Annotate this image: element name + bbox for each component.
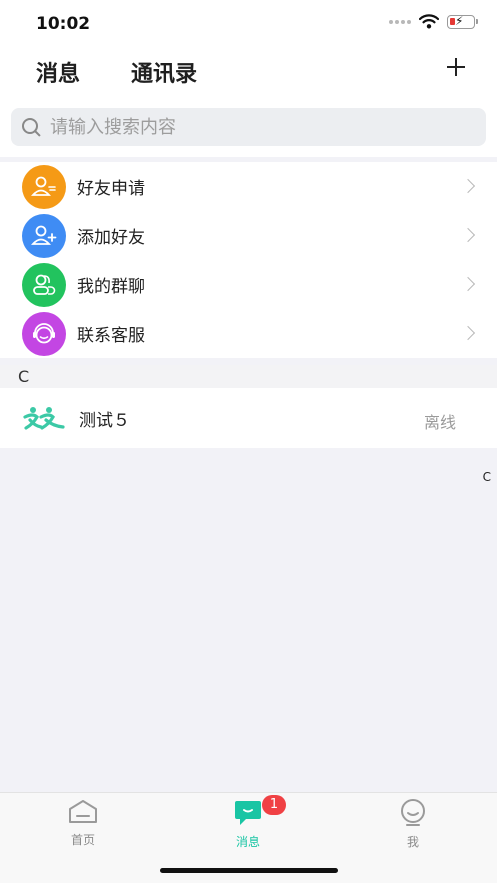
section-header: C: [0, 365, 497, 388]
tab-label: 消息: [235, 835, 260, 849]
tab-label: 我: [406, 835, 419, 849]
friend-request-icon: [22, 164, 66, 209]
header: 消息 通讯录: [0, 48, 497, 92]
contact-row[interactable]: 测试５ 离线: [0, 388, 497, 448]
top-panel: 10:02 ⚡ 消息 通讯录: [0, 0, 497, 157]
status-bar: 10:02 ⚡: [0, 0, 497, 48]
index-letter[interactable]: C: [483, 470, 491, 484]
chevron-right-icon: [460, 178, 476, 194]
menu-item-label: 联系客服: [77, 326, 145, 346]
tab-me[interactable]: 我: [368, 799, 458, 850]
menu-item-group-chat[interactable]: 我的群聊: [0, 260, 497, 309]
tab-messages[interactable]: 消息: [36, 56, 80, 88]
tab-home[interactable]: 首页: [38, 799, 128, 848]
search-icon: [21, 117, 41, 137]
menu-item-customer-service[interactable]: 联系客服: [0, 309, 497, 358]
group-chat-icon: [22, 262, 66, 307]
menu-item-add-friend[interactable]: 添加好友: [0, 211, 497, 260]
add-button[interactable]: [445, 56, 467, 78]
status-icons: ⚡: [389, 14, 478, 29]
unread-badge: 1: [262, 795, 286, 815]
chevron-right-icon: [460, 276, 476, 292]
section-letter: C: [18, 367, 30, 386]
search-bar[interactable]: [11, 108, 486, 146]
search-input[interactable]: [50, 116, 450, 138]
contact-name: 测试５: [79, 410, 130, 431]
add-friend-icon: [22, 213, 66, 258]
battery-icon: ⚡: [447, 14, 478, 29]
home-icon: [69, 800, 97, 823]
menu-item-friend-request[interactable]: 好友申请: [0, 162, 497, 211]
app-logo-icon: [22, 398, 66, 438]
tab-message[interactable]: 1 消息: [203, 795, 293, 850]
wifi-icon: [419, 14, 439, 29]
tab-contacts[interactable]: 通讯录: [131, 56, 197, 88]
menu-item-label: 好友申请: [77, 179, 145, 199]
status-time: 10:02: [36, 14, 91, 34]
profile-icon: [401, 799, 425, 826]
menu-item-label: 添加好友: [77, 228, 145, 248]
tab-label: 首页: [70, 833, 95, 847]
chevron-right-icon: [460, 227, 476, 243]
message-icon: [235, 801, 261, 825]
contact-status: 离线: [423, 413, 456, 432]
customer-service-icon: [22, 311, 66, 356]
contact-menu: 好友申请 添加好友 我的群聊 联系客服: [0, 162, 497, 358]
cellular-signal-icon: [389, 19, 411, 24]
home-indicator: [160, 868, 338, 873]
menu-item-label: 我的群聊: [77, 277, 145, 297]
chevron-right-icon: [460, 325, 476, 341]
